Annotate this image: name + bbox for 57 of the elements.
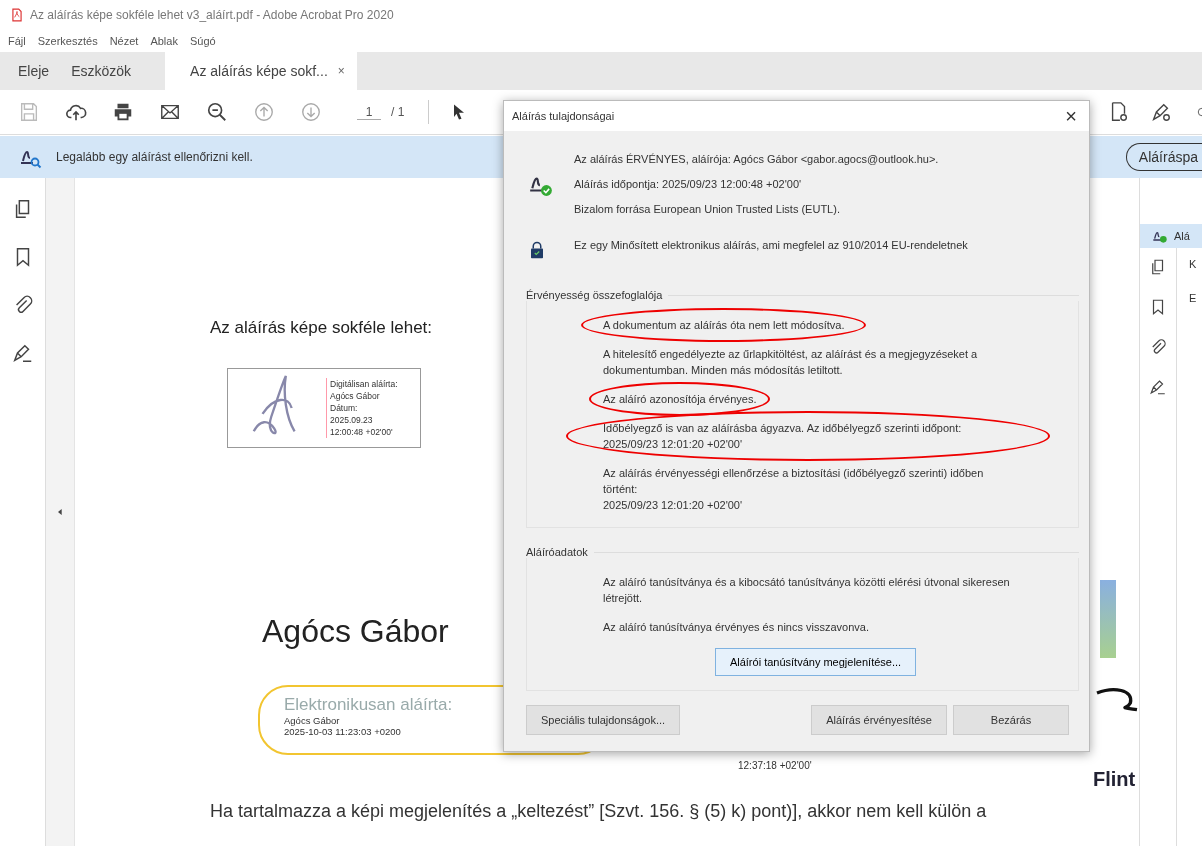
- section-title: Aláíróadatok: [526, 546, 1079, 558]
- status-text: Az aláíró azonosítója érvényes.: [603, 393, 757, 405]
- lock-icon: [528, 239, 546, 261]
- logo-text: Flint: [1093, 768, 1136, 791]
- menu-item[interactable]: Ablak: [150, 35, 178, 47]
- validate-signature-button[interactable]: Aláírás érvényesítése: [811, 705, 947, 735]
- advanced-properties-button[interactable]: Speciális tulajdonságok...: [526, 705, 681, 735]
- stamp-text: Digitálisan aláírta:: [330, 378, 398, 390]
- status-text: A dokumentum az aláírás óta nem lett módosítva.: [603, 319, 845, 331]
- panel-title: Alá: [1174, 230, 1190, 242]
- page-number-field[interactable]: 1: [357, 104, 381, 120]
- tab[interactable]: Eszközök: [61, 52, 144, 90]
- status-text: Az aláíró tanúsítványa és a kibocsátó tanúsítványa közötti elérési útvonal sikeresen létrejött.: [603, 576, 1010, 604]
- close-dialog-button[interactable]: Bezárás: [953, 705, 1069, 735]
- collapse-arrow-icon[interactable]: [56, 508, 64, 516]
- window-title: Az aláírás képe sokféle lehet v3_aláírt.pdf - Adobe Acrobat Pro 2020: [30, 8, 394, 22]
- close-tab-button[interactable]: ×: [337, 64, 345, 78]
- dialog-title: Aláírás tulajdonságai: [512, 110, 615, 122]
- stamp-text: Agócs Gábor: [330, 390, 381, 402]
- notice-message: Legalább egy aláírást ellenőrizni kell.: [56, 150, 253, 164]
- status-text: Az aláírás érvényességi ellenőrzése a biztosítási (időbélyegző szerinti) időben történt: 2025/09/23 12:01:20 +02'00': [603, 467, 984, 511]
- pdf-file-icon: [10, 8, 24, 22]
- signature-icon[interactable]: [1149, 378, 1167, 396]
- tab[interactable]: Az aláírás képe sokf... ×: [165, 52, 357, 90]
- stamp-time: 12:37:18 +02'00': [738, 760, 812, 771]
- menu-item[interactable]: Nézet: [109, 35, 139, 47]
- menu-item[interactable]: Szerkesztés: [37, 35, 98, 47]
- paragraph-line: Ha tartalmazza a képi megjelenítés a „keltezést” [Szvt. 156. § (5) k) pont)], akkor nem kell külön a: [210, 800, 987, 823]
- attachment-icon[interactable]: [1149, 338, 1167, 356]
- panel-item[interactable]: E: [1189, 292, 1197, 304]
- badge-name: Agócs Gábor: [284, 715, 340, 726]
- status-text: A hitelesítő engedélyezte az űrlapkitöltést, az aláírást és a megjegyzéseket a dokumentumban. Minden más módosítás letiltott.: [603, 348, 978, 376]
- signature-info: Az aláírás ÉRVÉNYES, aláírója: Agócs Gábor <gabor.agocs@outlook.hu>.: [574, 153, 940, 165]
- page-total: / 1: [391, 105, 405, 119]
- zoom-out-icon[interactable]: [206, 101, 228, 123]
- stamp-text: 2025.09.23: [330, 414, 374, 426]
- status-text: Időbélyegző is van az aláírásba ágyazva. Az időbélyegző szerinti időpont: 2025/09/23 12:01:20 +02'00': [603, 422, 962, 450]
- menu-item[interactable]: Fájl: [8, 35, 26, 47]
- signature-icon[interactable]: [11, 342, 34, 364]
- document-heading: Az aláírás képe sokféle lehet:: [210, 318, 433, 338]
- stamp-text: Dátum:: [330, 402, 359, 414]
- signature-info: Aláírás időpontja: 2025/09/23 12:00:48 +02'00': [574, 178, 803, 190]
- close-button[interactable]: ×: [1061, 104, 1081, 128]
- print-icon[interactable]: [112, 101, 134, 123]
- panel-item[interactable]: K: [1189, 258, 1197, 270]
- menu-item[interactable]: Súgó: [189, 35, 216, 47]
- stamp-text: 12:00:48 +02'00': [330, 426, 394, 438]
- signature-info: Bizalom forrása European Union Trusted Lists (EUTL).: [574, 203, 841, 215]
- section-title: Érvényesség összefoglalója: [526, 289, 1079, 301]
- badge-title: Elektronikusan aláírta:: [284, 695, 453, 715]
- status-text: Az aláíró tanúsítványa érvényes és nincs visszavonva.: [603, 621, 869, 633]
- signer-name: Agócs Gábor: [262, 613, 449, 650]
- show-certificate-button[interactable]: Aláírói tanúsítvány megjelenítése...: [714, 648, 917, 676]
- tab[interactable]: Eleje: [8, 52, 62, 90]
- signature-info: Ez egy Minősített elektronikus aláírás, ami megfelel az 910/2014 EU-rendeletnek: [574, 239, 968, 251]
- badge-date: 2025-10-03 11:23:03 +0200: [284, 726, 401, 737]
- pen-sign-icon[interactable]: [1150, 101, 1172, 123]
